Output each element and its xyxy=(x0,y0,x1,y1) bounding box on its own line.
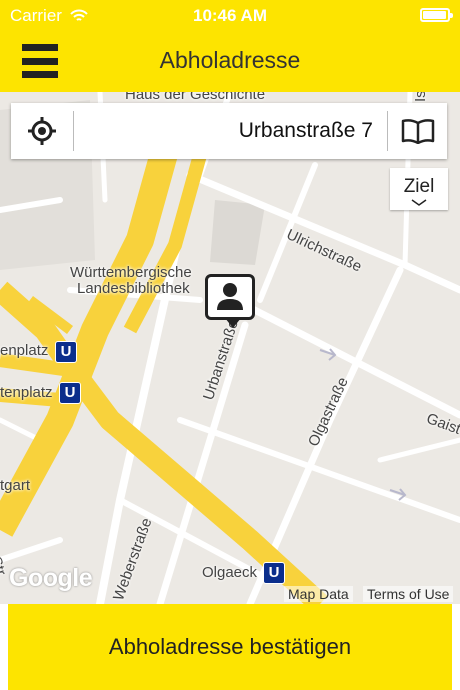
confirm-pickup-button[interactable]: Abholadresse bestätigen xyxy=(8,604,452,690)
destination-button[interactable]: Ziel xyxy=(390,168,448,210)
terms-of-use-link[interactable]: Terms of Use xyxy=(363,586,454,602)
map-label-platz-1: enplatz xyxy=(0,342,49,359)
ubahn-icon: U xyxy=(59,382,81,404)
ubahn-icon: U xyxy=(263,562,285,584)
map-label-right-edge: Is xyxy=(412,92,429,102)
map-label-gart: tgart xyxy=(0,477,31,494)
status-time: 10:46 AM xyxy=(192,6,267,25)
ubahn-icon: U xyxy=(55,341,77,363)
battery-fill xyxy=(423,11,446,19)
map-label-platz-2: tenplatz xyxy=(0,384,53,401)
search-divider xyxy=(73,111,74,151)
chevron-down-icon xyxy=(411,199,427,206)
nav-bar: Abholadresse xyxy=(0,32,460,92)
status-bar: Carrier 10:46 AM xyxy=(0,0,460,32)
address-field[interactable]: Urbanstraße 7 xyxy=(81,119,373,143)
destination-label: Ziel xyxy=(403,176,435,197)
page-title: Abholadresse xyxy=(159,47,301,73)
person-pin-icon[interactable] xyxy=(205,274,255,328)
map-label-library-2: Landesbibliothek xyxy=(77,280,190,297)
map-label-haus-der-geschichte: Haus der Geschichte xyxy=(125,92,266,103)
locate-button[interactable] xyxy=(11,103,73,159)
google-logo: Google xyxy=(9,564,93,592)
address-search-bar: Urbanstraße 7 xyxy=(11,103,447,159)
person-icon xyxy=(217,283,243,310)
address-book-button[interactable] xyxy=(388,103,447,159)
crosshair-icon xyxy=(28,117,56,145)
map-data-link[interactable]: Map Data xyxy=(284,586,353,602)
map-label-library-1: Württembergische xyxy=(70,264,192,281)
battery-icon xyxy=(420,8,453,22)
open-book-icon xyxy=(401,119,434,144)
map-label-olgaeck: Olgaeck xyxy=(202,564,258,581)
